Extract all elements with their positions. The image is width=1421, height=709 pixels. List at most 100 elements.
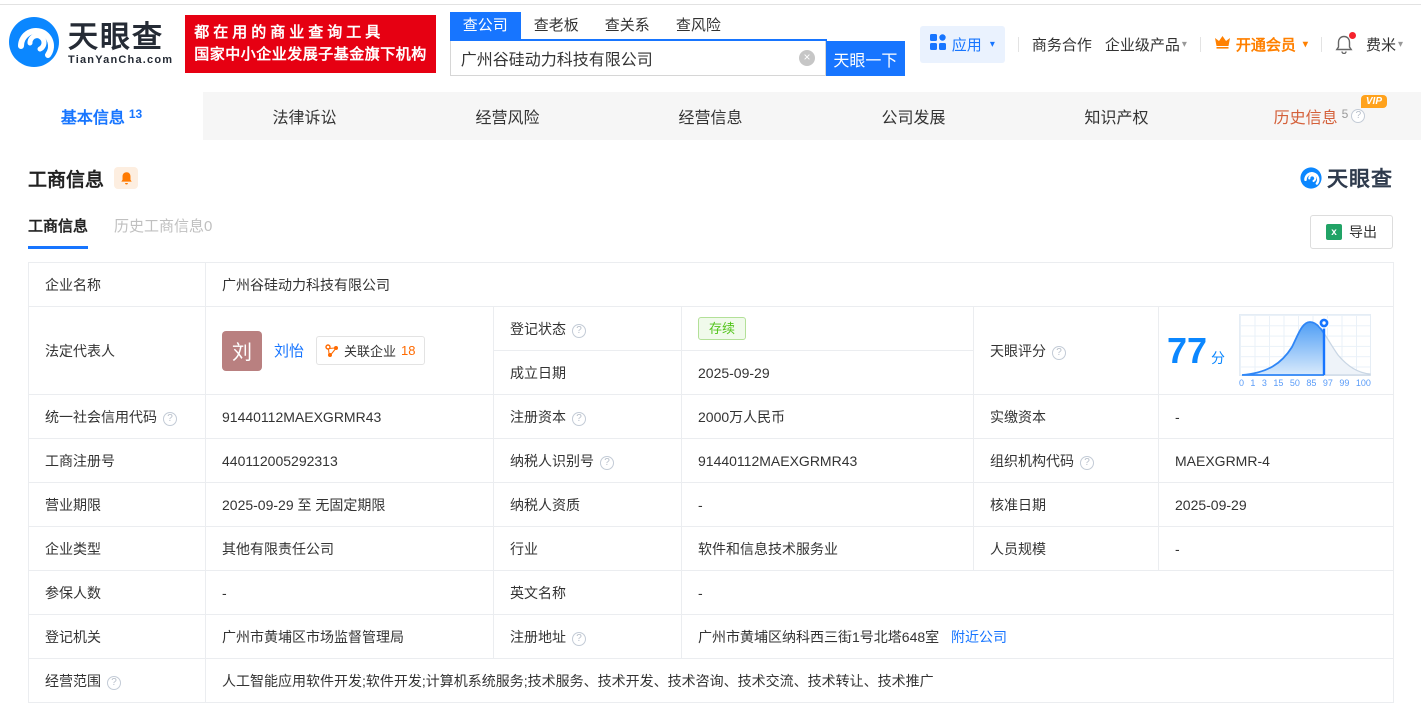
score-unit: 分 xyxy=(1210,349,1225,366)
related-companies-label: 关联企业 xyxy=(344,344,397,359)
legal-rep-cell: 刘 刘怡 关联企业 18 xyxy=(205,306,494,395)
export-button[interactable]: 导出 xyxy=(1310,215,1393,249)
apps-label: 应用 xyxy=(951,36,982,54)
help-icon[interactable] xyxy=(1052,345,1066,360)
legal-rep-label: 法定代表人 xyxy=(28,306,206,395)
company-section-tabs: 基本信息 13 法律诉讼 经营风险 经营信息 公司发展 知识产权 VIP 历史信… xyxy=(0,92,1421,140)
username-label: 费米 xyxy=(1365,36,1396,54)
help-icon[interactable] xyxy=(572,411,586,426)
org-code-value: MAEXGRMR-4 xyxy=(1157,438,1395,483)
score-distribution-chart: 0 1 3 15 50 85 97 99 100 xyxy=(1238,313,1371,388)
status-badge: 存续 xyxy=(698,317,747,340)
company-name-value: 广州谷硅动力科技有限公司 xyxy=(204,262,1395,307)
legal-rep-avatar[interactable]: 刘 xyxy=(222,330,262,371)
help-icon[interactable] xyxy=(1351,109,1366,123)
related-companies-badge[interactable]: 关联企业 18 xyxy=(316,336,425,365)
search-input-box xyxy=(449,41,826,76)
help-icon[interactable] xyxy=(600,455,614,470)
reg-status-value: 存续 xyxy=(681,306,974,351)
help-icon[interactable] xyxy=(1080,455,1094,470)
logo-en-text: TianYanCha.com xyxy=(68,54,174,66)
tab-history-info[interactable]: VIP 历史信息 5 xyxy=(1218,92,1421,140)
english-name-value: - xyxy=(680,570,1395,615)
search-tab-relation[interactable]: 查关系 xyxy=(592,12,663,39)
business-cooperation-link[interactable]: 商务合作 xyxy=(1032,34,1092,55)
tab-operation-info[interactable]: 经营信息 xyxy=(609,92,812,140)
help-icon[interactable] xyxy=(107,675,121,690)
english-name-label: 英文名称 xyxy=(493,570,682,615)
tyc-score-label: 天眼评分 xyxy=(973,306,1159,395)
tab-basic-info-label: 基本信息 xyxy=(60,110,125,127)
enterprise-products-menu[interactable]: 企业级产品 xyxy=(1105,34,1187,55)
enterprise-products-label: 企业级产品 xyxy=(1104,36,1180,54)
search-tab-risk[interactable]: 查风险 xyxy=(663,12,734,39)
subtab-business-info[interactable]: 工商信息 xyxy=(28,215,89,249)
tyc-score-widget[interactable]: 77 分 0 1 3 15 50 85 97 99 100 xyxy=(1167,310,1385,392)
search-area: 查公司 查老板 查关系 查风险 天眼一下 xyxy=(449,12,905,76)
notifications-bell[interactable] xyxy=(1335,31,1356,54)
tab-legal-proceedings[interactable]: 法律诉讼 xyxy=(203,92,406,140)
legal-rep-name-link[interactable]: 刘怡 xyxy=(274,340,304,361)
help-icon[interactable] xyxy=(572,323,586,338)
tianyancha-logo[interactable]: 天眼查 TianYanCha.com xyxy=(8,16,173,73)
header-nav: 应用 商务合作 企业级产品 开通会员 xyxy=(919,25,1421,63)
user-menu[interactable]: 费米 xyxy=(1366,34,1403,55)
site-header: 天眼查 TianYanCha.com 都在用的商业查询工具 国家中小企业发展子基… xyxy=(0,5,1421,83)
reg-number-value: 440112005292313 xyxy=(205,438,494,483)
chevron-down-icon xyxy=(1303,39,1308,50)
tab-basic-info[interactable]: 基本信息 13 xyxy=(0,92,203,140)
paid-capital-value: - xyxy=(1157,394,1395,439)
approval-date-label: 核准日期 xyxy=(973,482,1159,527)
tab-intellectual-property[interactable]: 知识产权 xyxy=(1015,92,1218,140)
table-row: 统一社会信用代码 91440112MAEXGRMR43 注册资本 2000万人民… xyxy=(28,394,1395,439)
tab-operation-risk[interactable]: 经营风险 xyxy=(406,92,609,140)
credit-code-label: 统一社会信用代码 xyxy=(28,394,206,439)
biz-term-label: 营业期限 xyxy=(28,482,206,527)
biz-term-value: 2025-09-29 至 无固定期限 xyxy=(205,482,494,527)
tyc-score-cell: 77 分 0 1 3 15 50 85 97 99 100 xyxy=(1157,306,1395,395)
nearby-companies-link[interactable]: 附近公司 xyxy=(951,629,1007,645)
apps-menu[interactable]: 应用 xyxy=(919,25,1005,63)
bell-icon xyxy=(120,172,132,185)
help-icon[interactable] xyxy=(572,631,586,646)
industry-label: 行业 xyxy=(493,526,682,571)
reg-address-cell: 广州市黄埔区纳科西三街1号北塔648室 附近公司 xyxy=(680,614,1395,659)
taxpayer-qualification-label: 纳税人资质 xyxy=(493,482,682,527)
network-icon xyxy=(325,343,339,357)
credit-code-value: 91440112MAEXGRMR43 xyxy=(205,394,494,439)
paid-capital-label: 实缴资本 xyxy=(973,394,1159,439)
search-tab-company[interactable]: 查公司 xyxy=(449,12,521,39)
table-row: 工商注册号 440112005292313 纳税人识别号 91440112MAE… xyxy=(28,438,1395,483)
tab-company-development[interactable]: 公司发展 xyxy=(812,92,1015,140)
subscribe-bell-button[interactable] xyxy=(114,167,139,189)
table-row: 法定代表人 刘 刘怡 关联企业 18 登记状态? 存续 天眼评分? 77 分 0… xyxy=(28,306,1395,395)
search-input[interactable] xyxy=(460,49,799,67)
score-number: 77 xyxy=(1167,329,1208,371)
subtab-history-business-info[interactable]: 历史工商信息0 xyxy=(114,215,212,249)
company-name-label: 企业名称 xyxy=(28,262,206,307)
taxpayer-id-value: 91440112MAEXGRMR43 xyxy=(681,438,974,483)
open-vip-menu[interactable]: 开通会员 xyxy=(1214,34,1308,55)
divider xyxy=(1017,36,1019,52)
reg-capital-label: 注册资本 xyxy=(493,394,682,439)
search-tab-boss[interactable]: 查老板 xyxy=(521,12,592,39)
clear-search-icon[interactable] xyxy=(798,50,815,66)
table-row: 企业名称 广州谷硅动力科技有限公司 xyxy=(28,262,1395,307)
chevron-down-icon xyxy=(1398,39,1403,50)
tianyancha-logo-icon xyxy=(8,16,60,73)
company-type-value: 其他有限责任公司 xyxy=(205,526,494,571)
reg-number-label: 工商注册号 xyxy=(28,438,206,483)
insured-count-value: - xyxy=(205,570,494,615)
reg-capital-value: 2000万人民币 xyxy=(681,394,974,439)
reg-authority-label: 登记机关 xyxy=(28,614,206,659)
search-button[interactable]: 天眼一下 xyxy=(825,41,905,76)
divider xyxy=(1320,36,1322,52)
staff-size-value: - xyxy=(1157,526,1395,571)
business-scope-value: 人工智能应用软件开发;软件开发;计算机系统服务;技术服务、技术开发、技术咨询、技… xyxy=(204,658,1395,703)
related-companies-count: 18 xyxy=(401,343,416,358)
help-icon[interactable] xyxy=(163,411,177,426)
apps-grid-icon xyxy=(929,34,946,54)
tianyancha-company-page: 天眼查 TianYanCha.com 都在用的商业查询工具 国家中小企业发展子基… xyxy=(0,0,1421,709)
table-row: 经营范围 人工智能应用软件开发;软件开发;计算机系统服务;技术服务、技术开发、技… xyxy=(28,658,1395,703)
search-tabs: 查公司 查老板 查关系 查风险 xyxy=(449,12,827,41)
